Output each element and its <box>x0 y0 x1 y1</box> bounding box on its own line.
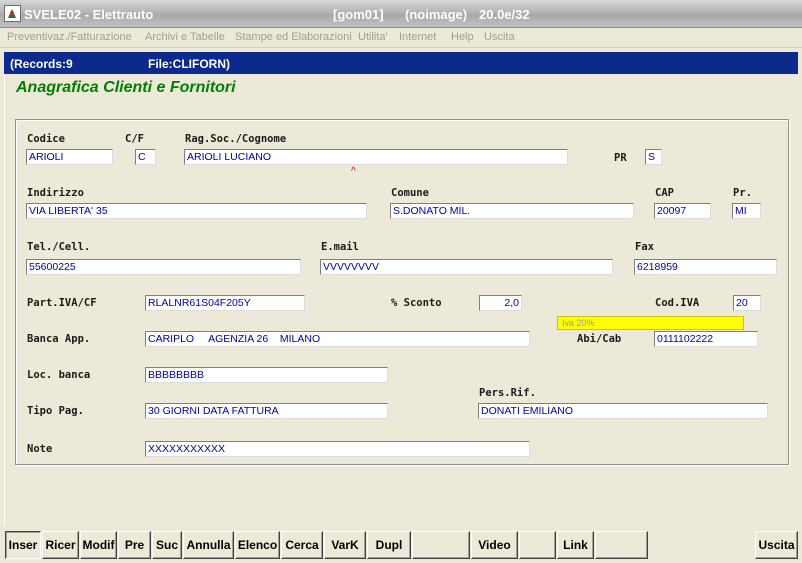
pr-field[interactable]: S <box>645 149 662 165</box>
cf-field[interactable]: C <box>135 149 156 165</box>
blank-button-2[interactable] <box>519 531 556 559</box>
label-persrif: Pers.Rif. <box>479 387 536 399</box>
menu-preventivazione[interactable]: Preventivaz./Fatturazione <box>7 31 132 43</box>
title-bar: SVELE02 - Elettrauto [gom01] (noimage) 2… <box>0 0 802 28</box>
label-codiva: Cod.IVA <box>655 297 700 309</box>
annulla-button[interactable]: Annulla <box>183 531 234 559</box>
locbanca-field[interactable]: BBBBBBBB <box>145 367 388 383</box>
label-tel: Tel./Cell. <box>27 241 91 253</box>
page-title: Anagrafica Clienti e Fornitori <box>16 79 236 96</box>
video-button[interactable]: Video <box>471 531 518 559</box>
label-comune: Comune <box>391 187 429 199</box>
vark-button[interactable]: VarK <box>324 531 366 559</box>
banca-field[interactable]: CARIPLO AGENZIA 26 MILANO <box>145 331 530 347</box>
prov-field[interactable]: MI <box>732 203 761 219</box>
menu-archivi[interactable]: Archivi e Tabelle <box>145 31 225 43</box>
note-field[interactable]: XXXXXXXXXXX <box>145 441 530 457</box>
label-codice: Codice <box>27 133 65 145</box>
app-icon[interactable] <box>4 5 21 22</box>
menu-bar: Preventivaz./Fatturazione Archivi e Tabe… <box>0 28 802 48</box>
label-cap: CAP <box>655 187 674 199</box>
ragsoc-field[interactable]: ARIOLI LUCIANO <box>184 149 568 165</box>
label-abicab: Abi/Cab <box>577 333 622 345</box>
window-version: 20.0e/32 <box>479 7 530 22</box>
iva-description: Iva 20% <box>557 316 744 330</box>
menu-utilita[interactable]: Utilita' <box>358 31 388 43</box>
sconto-field[interactable]: 2,0 <box>479 295 522 311</box>
label-note: Note <box>27 443 53 455</box>
menu-help[interactable]: Help <box>451 31 474 43</box>
window-title: SVELE02 - Elettrauto <box>24 7 154 22</box>
modif-button[interactable]: Modif <box>80 531 117 559</box>
tipopag-field[interactable]: 30 GIORNI DATA FATTURA <box>145 403 388 419</box>
elenco-button[interactable]: Elenco <box>235 531 280 559</box>
cerca-button[interactable]: Cerca <box>281 531 323 559</box>
fax-field[interactable]: 6218959 <box>634 259 777 275</box>
label-email: E.mail <box>321 241 359 253</box>
codiva-field[interactable]: 20 <box>733 295 761 311</box>
blank-button-3[interactable] <box>595 531 648 559</box>
indirizzo-field[interactable]: VIA LIBERTA' 35 <box>26 203 367 219</box>
menu-stampe[interactable]: Stampe ed Elaborazioni <box>235 31 352 43</box>
label-tipopag: Tipo Pag. <box>27 405 84 417</box>
label-prov: Pr. <box>733 187 752 199</box>
menu-internet[interactable]: Internet <box>399 31 436 43</box>
pre-button[interactable]: Pre <box>118 531 151 559</box>
dupl-button[interactable]: Dupl <box>367 531 411 559</box>
label-sconto: % Sconto <box>391 297 442 309</box>
label-indirizzo: Indirizzo <box>27 187 84 199</box>
caret-marker: ^ <box>351 166 356 177</box>
codice-field[interactable]: ARIOLI <box>26 149 113 165</box>
uscita-button[interactable]: Uscita <box>755 531 798 559</box>
cap-field[interactable]: 20097 <box>654 203 711 219</box>
window-image: (noimage) <box>405 7 468 22</box>
inser-button[interactable]: Inser <box>5 531 41 559</box>
label-banca: Banca App. <box>27 333 91 345</box>
suc-button[interactable]: Suc <box>152 531 182 559</box>
ricer-button[interactable]: Ricer <box>42 531 79 559</box>
window-db: [gom01] <box>333 7 384 22</box>
persrif-field[interactable]: DONATI EMILIANO <box>478 403 768 419</box>
label-ragsoc: Rag.Soc./Cognome <box>185 133 287 145</box>
abicab-field[interactable]: 0111102222 <box>654 331 758 347</box>
label-cf: C/F <box>125 133 144 145</box>
tel-field[interactable]: 55600225 <box>26 259 301 275</box>
menu-uscita[interactable]: Uscita <box>484 31 515 43</box>
email-field[interactable]: VVVVVVVV <box>320 259 613 275</box>
label-piva: Part.IVA/CF <box>27 297 97 309</box>
file-name: File:CLIFORN) <box>148 57 230 71</box>
status-bar: (Records:9 File:CLIFORN) <box>4 52 798 74</box>
link-button[interactable]: Link <box>557 531 594 559</box>
blank-button-1[interactable] <box>412 531 470 559</box>
label-fax: Fax <box>635 241 654 253</box>
records-count: (Records:9 <box>10 57 73 71</box>
label-pr: PR <box>614 152 627 164</box>
label-locbanca: Loc. banca <box>27 369 91 381</box>
piva-field[interactable]: RLALNR61S04F205Y <box>145 295 305 311</box>
comune-field[interactable]: S.DONATO MIL. <box>390 203 634 219</box>
